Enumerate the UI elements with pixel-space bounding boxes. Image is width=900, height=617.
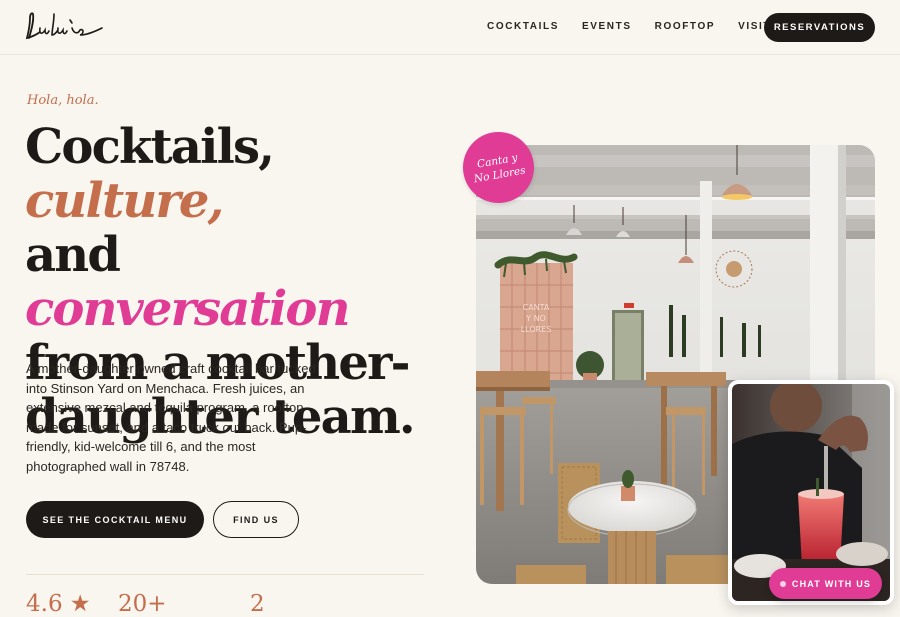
nav-rooftop[interactable]: ROOFTOP bbox=[655, 21, 715, 32]
brand-logo[interactable] bbox=[24, 8, 106, 46]
nav-cocktails[interactable]: COCKTAILS bbox=[487, 21, 559, 32]
stats-divider bbox=[26, 574, 424, 575]
chat-status-icon bbox=[779, 580, 786, 587]
headline-accent-culture: culture, bbox=[25, 173, 224, 229]
chat-label: CHAT WITH US bbox=[791, 578, 872, 589]
stat-rating: 4.6 ★ bbox=[26, 591, 91, 617]
hero-kicker: Hola, hola. bbox=[27, 93, 99, 108]
reservations-button[interactable]: RESERVATIONS bbox=[764, 13, 875, 42]
headline-accent-conversation: conversation bbox=[25, 281, 351, 337]
headline-part-1: Cocktails, bbox=[25, 119, 275, 175]
find-us-button[interactable]: FIND US bbox=[213, 501, 299, 538]
sign-line-3: LLORES bbox=[521, 325, 552, 334]
stat-count: 20+ bbox=[118, 591, 167, 617]
sign-line-1: CANTA bbox=[523, 303, 550, 312]
stat-number: 2 bbox=[250, 591, 265, 617]
brand-logo-script bbox=[25, 12, 103, 40]
cocktail-menu-button[interactable]: SEE THE COCKTAIL MENU bbox=[26, 501, 204, 538]
nav-events[interactable]: EVENTS bbox=[582, 21, 632, 32]
headline-part-2: and bbox=[25, 227, 121, 283]
chat-with-us-button[interactable]: CHAT WITH US bbox=[769, 568, 882, 599]
hero-description: A mother-daughter owned craft cocktail b… bbox=[26, 361, 316, 474]
stats-row: 4.6 ★ 20+ 2 bbox=[26, 591, 426, 617]
sign-line-2: Y NO bbox=[525, 314, 546, 323]
site-header: COCKTAILS EVENTS ROOFTOP VISIT RESERVATI… bbox=[0, 0, 900, 55]
main-nav: COCKTAILS EVENTS ROOFTOP VISIT bbox=[487, 21, 794, 32]
